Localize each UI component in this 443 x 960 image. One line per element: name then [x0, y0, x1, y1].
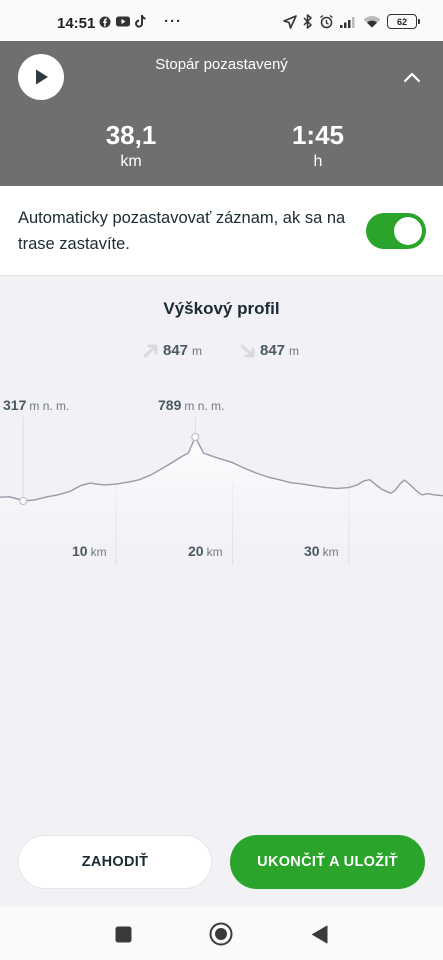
min-elevation-value: 317 [3, 397, 27, 413]
elevation-title: Výškový profil [163, 299, 280, 318]
facebook-icon [99, 16, 111, 27]
min-elevation-point [19, 497, 28, 505]
max-elevation-unit: m n. m. [184, 399, 225, 413]
tracker-header: Stopár pozastavený 38,1 km 1:45 h [0, 41, 443, 186]
x-tick-label: 30 km [304, 543, 339, 559]
signal-icon [340, 17, 355, 28]
max-elevation-value: 789 [158, 397, 182, 413]
autopause-toggle[interactable] [366, 213, 426, 249]
duration-value: 1:45 [291, 120, 345, 150]
tiktok-icon [135, 15, 146, 28]
home-button[interactable] [208, 921, 234, 947]
ascent-arrow-icon [143, 344, 158, 357]
finish-save-button[interactable]: UKONČIŤ A ULOŽIŤ [230, 835, 425, 889]
descent-unit: m [289, 344, 300, 358]
toggle-knob [394, 217, 422, 245]
status-bar: 14:51 ··· 62 [0, 0, 443, 41]
ascent-stat: 847 m [143, 342, 202, 359]
discard-button[interactable]: ZAHODIŤ [18, 835, 212, 889]
wifi-icon [363, 15, 381, 28]
status-system-icons: 62 [283, 14, 420, 29]
square-icon [115, 926, 131, 942]
distance-unit: km [120, 153, 142, 170]
max-elevation-point [191, 433, 200, 441]
min-elevation-unit: m n. m. [29, 399, 70, 413]
youtube-icon [116, 16, 130, 27]
distance-stat: 38,1 km [71, 120, 191, 171]
x-tick-value: 20 [188, 543, 204, 559]
autopause-row: Automaticky pozastavovať záznam, ak sa n… [0, 186, 443, 276]
min-elevation-label: 317 m n. m. [3, 397, 69, 413]
x-tick-label: 20 km [188, 543, 223, 559]
duration-stat: 1:45 h [258, 120, 378, 171]
x-tick-unit: km [322, 545, 339, 559]
max-elevation-label: 789 m n. m. [158, 397, 224, 413]
duration-unit: h [313, 153, 323, 170]
battery-icon: 62 [387, 14, 420, 29]
x-tick-value: 30 [304, 543, 320, 559]
back-button[interactable] [306, 921, 332, 947]
status-more-indicator: ··· [164, 13, 182, 30]
descent-value: 847 [260, 342, 286, 359]
status-app-icons [99, 15, 146, 28]
alarm-icon [320, 14, 333, 29]
distance-value: 38,1 [105, 120, 157, 150]
ascent-value: 847 [163, 342, 189, 359]
back-triangle-icon [311, 925, 327, 943]
system-nav-bar [0, 907, 443, 960]
autopause-label: Automaticky pozastavovať záznam, ak sa n… [18, 209, 346, 253]
tracker-status-title: Stopár pozastavený [155, 56, 288, 73]
home-circle-icon [209, 922, 233, 946]
x-tick-value: 10 [72, 543, 88, 559]
x-tick-unit: km [206, 545, 223, 559]
descent-stat: 847 m [240, 342, 299, 359]
elevation-chart [0, 417, 443, 577]
elevation-profile: Výškový profil 847 m 847 m 317 m n. m. 7… [0, 277, 443, 907]
x-tick-label: 10 km [72, 543, 107, 559]
battery-level: 62 [396, 16, 407, 27]
ascent-unit: m [192, 344, 203, 358]
bluetooth-icon [303, 14, 312, 29]
location-arrow-icon [283, 14, 297, 29]
descent-arrow-icon [240, 344, 255, 357]
chevron-up-icon[interactable] [401, 66, 423, 88]
x-tick-unit: km [90, 545, 107, 559]
status-time: 14:51 [57, 15, 96, 32]
recents-button[interactable] [110, 921, 136, 947]
